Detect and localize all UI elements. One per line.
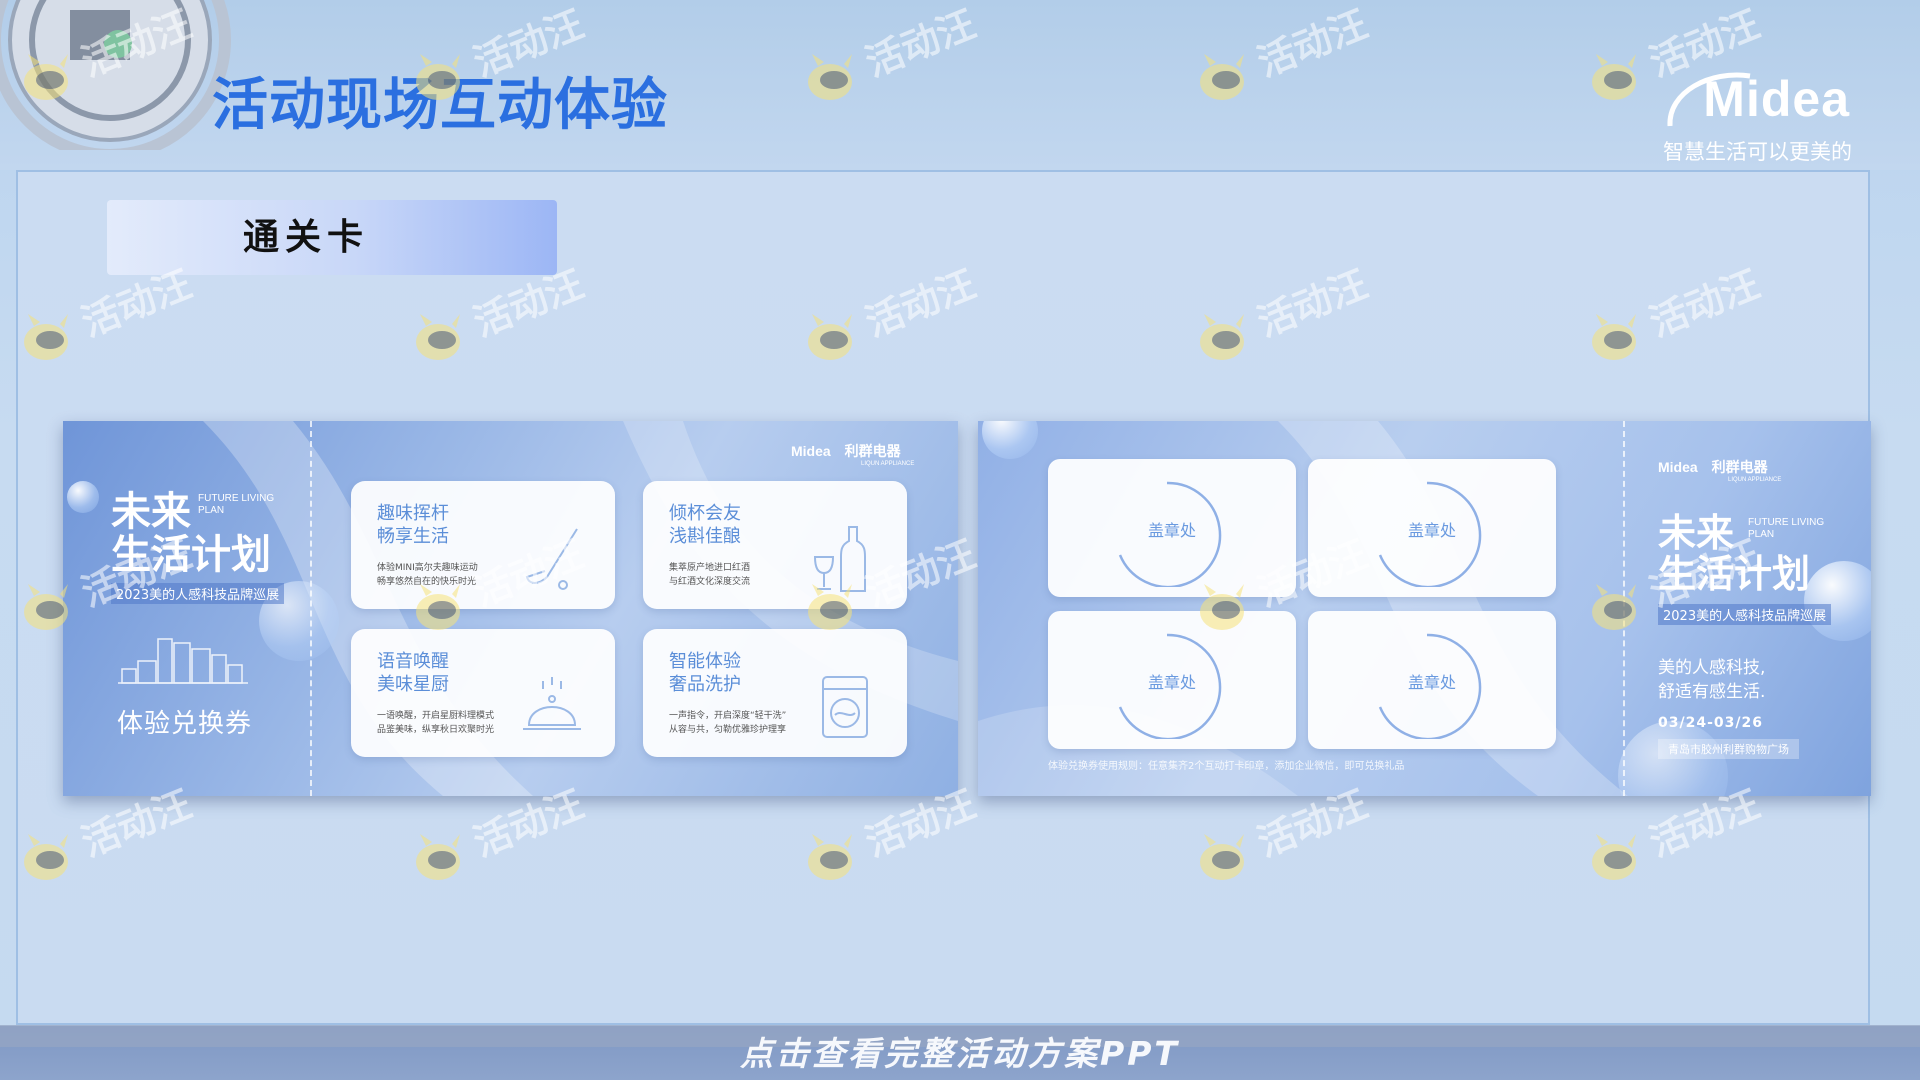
tile-desc-line2: 从容与共，匀勒优雅珍护理享 bbox=[669, 725, 787, 736]
card-logo-partner-en: LIQUN APPLIANCE bbox=[861, 461, 915, 467]
tile-title: 语音唤醒 美味星厨 bbox=[377, 651, 497, 696]
tile-desc-line2: 畅享悠然自在的快乐时光 bbox=[377, 577, 477, 588]
card-logo: Midea 利群电器 LIQUN APPLIANCE bbox=[791, 441, 914, 467]
wine-bottle-icon bbox=[813, 526, 866, 592]
tagline-line2: 舒适有感生活. bbox=[1658, 681, 1766, 702]
campaign-title-line2: 生活计划 bbox=[1658, 552, 1811, 597]
tile-title-line2: 畅享生活 bbox=[377, 525, 449, 547]
en-line2: PLAN bbox=[1748, 529, 1775, 540]
brand-slogan: 智慧生活可以更美的 bbox=[1663, 140, 1852, 164]
tear-line bbox=[310, 421, 312, 796]
tile-desc-line1: 一声指令，开启深度“轻干洗” bbox=[669, 711, 787, 721]
tile-title-line1: 智能体验 bbox=[669, 651, 741, 672]
bubble-decoration bbox=[67, 481, 99, 513]
stamp-slot[interactable]: 盖章处 bbox=[1048, 459, 1296, 597]
golf-club-icon bbox=[525, 528, 578, 590]
tile-title-line1: 倾杯会友 bbox=[669, 503, 741, 524]
tile-desc-line2: 品鉴美味，纵享秋日欢聚时光 bbox=[377, 725, 495, 736]
appliances-line-icon bbox=[118, 638, 248, 684]
stamp-slot[interactable]: 盖章处 bbox=[1308, 611, 1556, 749]
activity-tile-golf[interactable]: 趣味挥杆 畅享生活 体验MINI高尔夫趣味运动 畅享悠然自在的快乐时光 bbox=[351, 481, 615, 609]
cloche-icon bbox=[523, 677, 581, 730]
card-logo-brand: Midea bbox=[791, 443, 831, 459]
campaign-title-en: FUTURE LIVING PLAN bbox=[198, 493, 274, 517]
card-logo-partner: 利群电器 bbox=[1711, 459, 1768, 475]
tile-desc-line2: 与红酒文化深度交流 bbox=[669, 577, 751, 588]
washing-machine-icon bbox=[822, 676, 868, 738]
card-logo-partner: 利群电器 bbox=[844, 443, 901, 459]
tagline-line1: 美的人感科技, bbox=[1658, 658, 1766, 678]
en-line2: PLAN bbox=[198, 505, 225, 516]
cta-bar[interactable]: 点击查看完整活动方案PPT bbox=[0, 1025, 1920, 1080]
tile-title-line2: 奢品洗护 bbox=[669, 673, 741, 695]
view-full-plan-link[interactable]: 点击查看完整活动方案PPT bbox=[0, 1034, 1920, 1074]
stamp-slot[interactable]: 盖章处 bbox=[1048, 611, 1296, 749]
en-line1: FUTURE LIVING bbox=[1748, 517, 1825, 528]
tile-title-line2: 浅斟佳酿 bbox=[669, 525, 741, 547]
year-tag: 2023美的人感科技品牌巡展 bbox=[1658, 604, 1832, 625]
event-venue: 青岛市胶州利群购物广场 bbox=[1658, 739, 1799, 759]
stamp-label: 盖章处 bbox=[1407, 521, 1456, 540]
activity-tile-wine[interactable]: 倾杯会友 浅斟佳酿 集萃原产地进口红酒 与红酒文化深度交流 bbox=[643, 481, 907, 609]
section-label: 通关卡 bbox=[243, 217, 370, 258]
tile-title-line1: 趣味挥杆 bbox=[377, 503, 449, 524]
card-logo-partner-en: LIQUN APPLIANCE bbox=[1728, 477, 1782, 483]
card-logo: Midea 利群电器 LIQUN APPLIANCE bbox=[1658, 457, 1781, 483]
tile-desc: 集萃原产地进口红酒 与红酒文化深度交流 bbox=[669, 561, 819, 590]
section-chip: 通关卡 bbox=[107, 200, 557, 275]
voucher-label: 体验兑换券 bbox=[117, 709, 253, 739]
tile-desc: 一声指令，开启深度“轻干洗” 从容与共，匀勒优雅珍护理享 bbox=[669, 709, 819, 738]
tile-desc: 一语唤醒，开启星厨料理模式 品鉴美味，纵享秋日欢聚时光 bbox=[377, 709, 527, 738]
stamp-label: 盖章处 bbox=[1147, 673, 1196, 692]
stamp-label: 盖章处 bbox=[1147, 521, 1196, 540]
campaign-title-en: FUTURE LIVING PLAN bbox=[1748, 517, 1824, 541]
card-logo-brand: Midea bbox=[1658, 459, 1698, 475]
tile-desc-line1: 集萃原产地进口红酒 bbox=[669, 563, 751, 573]
en-line1: FUTURE LIVING bbox=[198, 493, 275, 504]
usage-rules: 体验兑换券使用规则：任意集齐2个互动打卡印章，添加企业微信，即可兑换礼品 bbox=[1048, 761, 1405, 772]
voucher-card-front[interactable]: 未来 生活计划 FUTURE LIVING PLAN 2023美的人感科技品牌巡… bbox=[63, 421, 958, 796]
tile-title-line1: 语音唤醒 bbox=[377, 651, 449, 672]
activity-tile-kitchen[interactable]: 语音唤醒 美味星厨 一语唤醒，开启星厨料理模式 品鉴美味，纵享秋日欢聚时光 bbox=[351, 629, 615, 757]
tile-title: 倾杯会友 浅斟佳酿 bbox=[669, 503, 789, 548]
event-date: 03/24-03/26 bbox=[1658, 715, 1763, 731]
voucher-card-back[interactable]: 盖章处 盖章处 盖章处 盖章处 体验兑换券使用规则：任意集齐2个互动打卡印章，添… bbox=[978, 421, 1871, 796]
tile-title: 趣味挥杆 畅享生活 bbox=[377, 503, 497, 548]
tagline: 美的人感科技, 舒适有感生活. bbox=[1658, 657, 1765, 705]
activity-tile-laundry[interactable]: 智能体验 奢品洗护 一声指令，开启深度“轻干洗” 从容与共，匀勒优雅珍护理享 bbox=[643, 629, 907, 757]
campaign-title-line2: 生活计划 bbox=[111, 532, 271, 579]
brand-name: Midea bbox=[1703, 71, 1850, 127]
tile-title-line2: 美味星厨 bbox=[377, 673, 449, 695]
year-tag: 2023美的人感科技品牌巡展 bbox=[111, 583, 285, 604]
page-title: 活动现场互动体验 bbox=[212, 73, 668, 138]
stamp-label: 盖章处 bbox=[1407, 673, 1456, 692]
stamp-slot[interactable]: 盖章处 bbox=[1308, 459, 1556, 597]
tile-desc: 体验MINI高尔夫趣味运动 畅享悠然自在的快乐时光 bbox=[377, 561, 527, 590]
tile-desc-line1: 体验MINI高尔夫趣味运动 bbox=[377, 563, 478, 573]
tear-line bbox=[1623, 421, 1625, 796]
tile-title: 智能体验 奢品洗护 bbox=[669, 651, 789, 696]
tile-desc-line1: 一语唤醒，开启星厨料理模式 bbox=[377, 711, 495, 721]
